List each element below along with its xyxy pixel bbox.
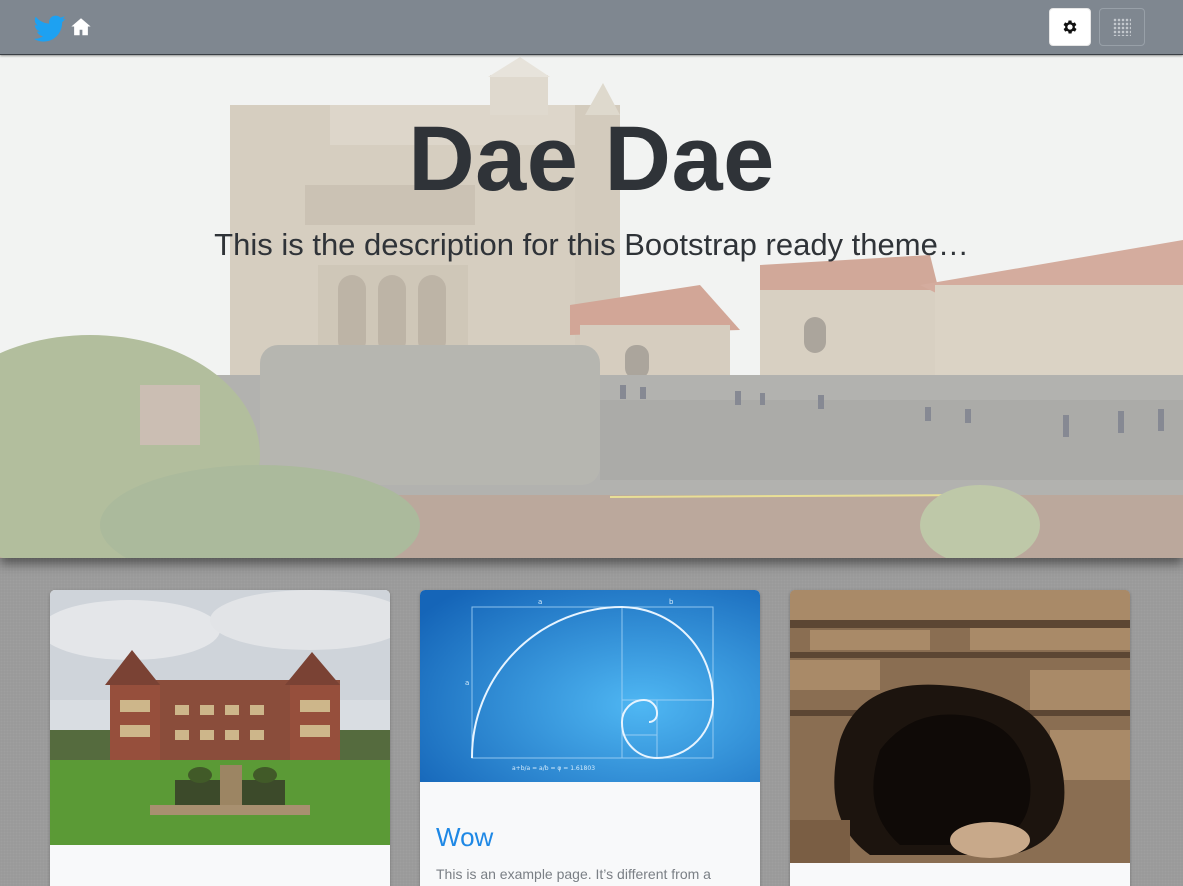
- gear-icon: [1063, 20, 1077, 34]
- golden-spiral-diagram: a b a a+b/a = a/b = φ = 1.61803: [420, 590, 760, 782]
- rock-cave-photo: [790, 590, 1130, 863]
- apps-grid-icon: [1113, 18, 1131, 36]
- spiral-label-b-top: b: [669, 598, 674, 606]
- card-cave[interactable]: [790, 590, 1130, 886]
- page-title: Dae Dae: [408, 108, 775, 210]
- card-text: This is an example page. It’s different …: [436, 866, 711, 882]
- page-description: This is the description for this Bootstr…: [214, 227, 969, 262]
- spiral-formula: a+b/a = a/b = φ = 1.61803: [512, 765, 595, 772]
- home-icon[interactable]: [70, 16, 92, 38]
- card-manor[interactable]: [50, 590, 390, 886]
- spiral-label-a-left: a: [465, 679, 469, 687]
- manor-house-photo: [50, 590, 390, 845]
- card-wow[interactable]: a b a a+b/a = a/b = φ = 1.61803 Wow This…: [420, 590, 760, 886]
- card-title-wow[interactable]: Wow: [436, 822, 493, 853]
- hero-banner: Dae Dae This is the description for this…: [0, 55, 1183, 558]
- twitter-bird-icon[interactable]: [33, 12, 67, 44]
- top-navbar: [0, 0, 1183, 55]
- spiral-label-a-top: a: [538, 598, 542, 606]
- apps-menu-button[interactable]: [1099, 8, 1145, 46]
- settings-button[interactable]: [1049, 8, 1091, 46]
